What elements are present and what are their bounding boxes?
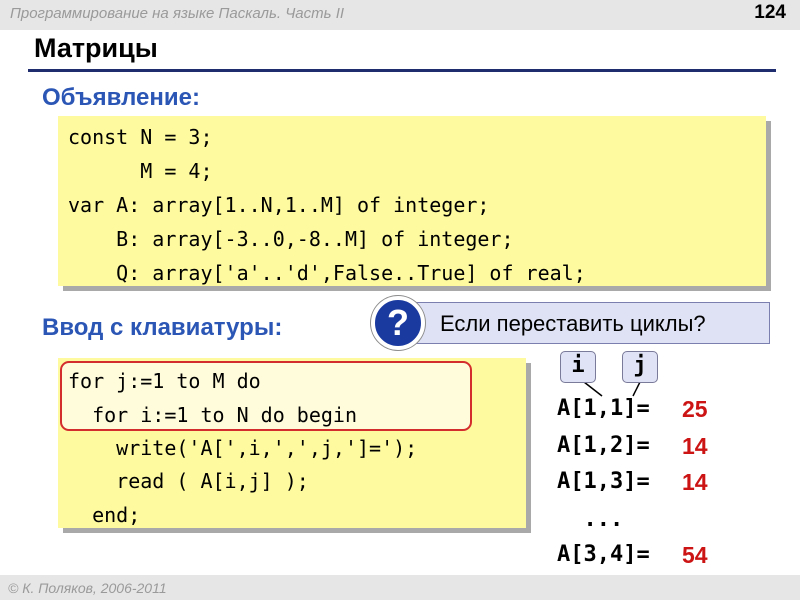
i-pointer-line — [583, 381, 603, 397]
result-label: A[1,1]= — [557, 396, 650, 421]
result-value: 14 — [682, 433, 708, 459]
result-value: 25 — [682, 396, 708, 422]
result-ellipsis: ... — [557, 507, 624, 532]
result-label: A[1,3]= — [557, 469, 650, 494]
result-value: 54 — [682, 542, 708, 568]
result-value: 14 — [682, 469, 708, 495]
copyright: © К. Поляков, 2006-2011 — [8, 580, 167, 596]
index-i-label: i — [560, 351, 596, 383]
result-label: A[3,4]= — [557, 542, 650, 567]
index-j-label: j — [622, 351, 658, 383]
j-pointer-line — [632, 381, 641, 397]
index-pointers — [583, 381, 641, 397]
result-label: A[1,2]= — [557, 433, 650, 458]
